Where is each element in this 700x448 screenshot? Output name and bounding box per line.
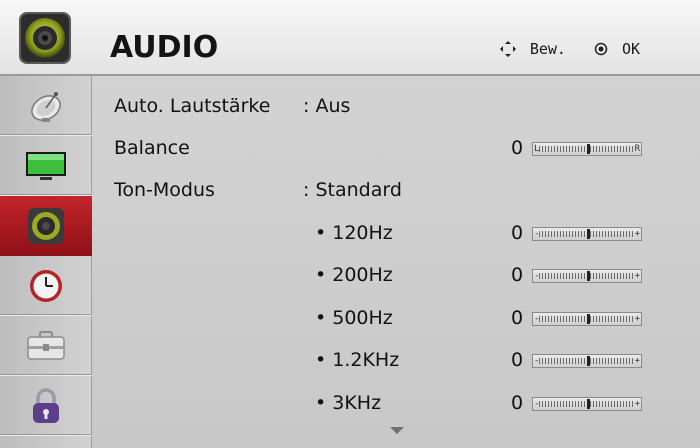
slider-knob[interactable] xyxy=(586,144,590,154)
slider-knob[interactable] xyxy=(586,356,590,366)
eq-band-label: • 500Hz xyxy=(315,307,393,329)
slider-left-cap: - xyxy=(534,399,540,409)
hint-move-label: Bew. xyxy=(529,40,566,58)
slider-left-cap: - xyxy=(534,271,540,281)
sidebar-item-picture[interactable] xyxy=(0,136,92,196)
slider-right-cap: + xyxy=(634,271,640,281)
toolbox-icon xyxy=(27,330,65,360)
slider-left-cap: - xyxy=(534,356,540,366)
hint-ok: OK xyxy=(594,40,640,58)
slider-right-cap: + xyxy=(634,314,640,324)
eq-band-label: • 3KHz xyxy=(315,392,382,414)
sound-mode-label: Ton-Modus xyxy=(114,179,215,201)
eq-band-label: • 200Hz xyxy=(315,264,393,286)
slider-knob[interactable] xyxy=(586,271,590,281)
balance-slider[interactable]: L R xyxy=(532,142,642,156)
hint-ok-label: OK xyxy=(621,40,640,58)
hint-move: Bew. xyxy=(499,40,566,58)
eq-200hz-slider[interactable]: - + xyxy=(532,269,642,283)
page-title: AUDIO xyxy=(110,30,219,65)
eq-band-value: 0 xyxy=(511,307,524,329)
slider-right-cap: + xyxy=(634,229,640,239)
auto-volume-value: : Aus xyxy=(303,95,351,117)
eq-3khz-slider[interactable]: - + xyxy=(532,397,642,411)
ok-icon xyxy=(594,42,608,56)
setting-eq-120hz[interactable]: • 120Hz 0 - + xyxy=(93,213,700,255)
tv-screen-icon xyxy=(26,151,66,180)
auto-volume-label: Auto. Lautstärke xyxy=(114,95,271,117)
slider-right-cap: + xyxy=(634,356,640,366)
slider-left-cap: - xyxy=(534,314,540,324)
satellite-dish-icon xyxy=(31,91,61,122)
eq-band-value: 0 xyxy=(511,222,524,244)
category-sidebar xyxy=(0,76,92,448)
clock-icon xyxy=(30,269,62,302)
sound-mode-value: : Standard xyxy=(303,179,402,201)
speaker-icon xyxy=(28,208,64,244)
sidebar-item-audio[interactable] xyxy=(0,196,92,256)
audio-settings-panel: Auto. Lautstärke : Aus Balance 0 L R Ton… xyxy=(93,76,700,448)
balance-label: Balance xyxy=(114,137,190,159)
dpad-icon xyxy=(499,41,516,57)
eq-120hz-slider[interactable]: - + xyxy=(532,227,642,241)
eq-band-label: • 1.2KHz xyxy=(315,349,400,371)
sidebar-item-setup[interactable] xyxy=(0,76,92,136)
sidebar-item-time[interactable] xyxy=(0,256,92,316)
setting-auto-volume[interactable]: Auto. Lautstärke : Aus xyxy=(93,86,700,128)
slider-knob[interactable] xyxy=(586,399,590,409)
slider-right-cap: R xyxy=(634,144,640,154)
eq-500hz-slider[interactable]: - + xyxy=(532,312,642,326)
setting-eq-200hz[interactable]: • 200Hz 0 - + xyxy=(93,255,700,297)
audio-speaker-icon xyxy=(8,6,82,70)
slider-right-cap: + xyxy=(634,399,640,409)
remote-hints: Bew. OK xyxy=(472,40,640,58)
setting-sound-mode[interactable]: Ton-Modus : Standard xyxy=(93,170,700,212)
slider-left-cap: L xyxy=(534,144,540,154)
slider-left-cap: - xyxy=(534,229,540,239)
setting-eq-3khz[interactable]: • 3KHz 0 - + xyxy=(93,383,700,425)
sidebar-item-lock[interactable] xyxy=(0,376,92,436)
eq-band-value: 0 xyxy=(511,392,524,414)
setting-eq-1-2khz[interactable]: • 1.2KHz 0 - + xyxy=(93,340,700,382)
eq-1-2khz-slider[interactable]: - + xyxy=(532,354,642,368)
scroll-down-arrow-icon[interactable] xyxy=(390,427,404,434)
balance-value: 0 xyxy=(511,137,524,159)
setting-eq-500hz[interactable]: • 500Hz 0 - + xyxy=(93,298,700,340)
slider-knob[interactable] xyxy=(586,314,590,324)
eq-band-label: • 120Hz xyxy=(315,222,393,244)
setting-balance[interactable]: Balance 0 L R xyxy=(93,128,700,170)
eq-band-value: 0 xyxy=(511,264,524,286)
sidebar-item-options[interactable] xyxy=(0,316,92,376)
tv-menu-screen: AUDIO Bew. OK Auto. Lautstärke: Aus Bal… xyxy=(0,0,700,448)
padlock-icon xyxy=(33,387,59,423)
eq-band-value: 0 xyxy=(511,349,524,371)
slider-knob[interactable] xyxy=(586,229,590,239)
menu-header: AUDIO Bew. OK xyxy=(0,0,700,76)
